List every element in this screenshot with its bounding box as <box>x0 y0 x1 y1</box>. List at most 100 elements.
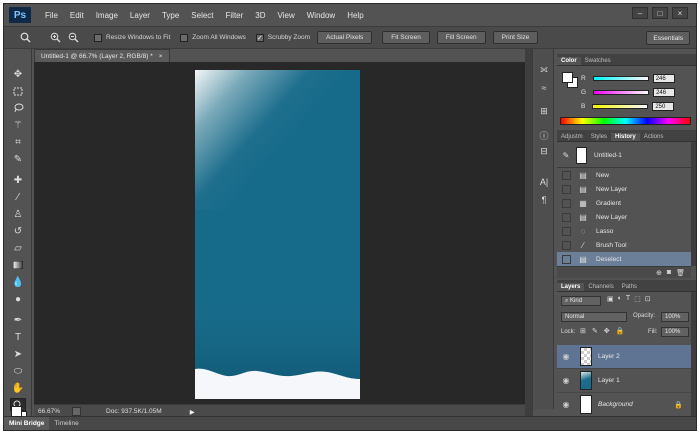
layer-row[interactable]: ◉ Layer 1 <box>557 369 691 393</box>
minimize-button[interactable]: – <box>632 7 648 19</box>
foreground-color-swatch[interactable] <box>11 406 22 417</box>
lasso-tool-icon[interactable] <box>10 101 26 115</box>
paragraph-icon[interactable]: ¶ <box>537 193 551 206</box>
history-brush-icon[interactable]: ↺ <box>10 224 26 238</box>
ellipse-tool-icon[interactable]: ⬭ <box>10 364 26 378</box>
blur-tool-icon[interactable]: 💧 <box>10 275 26 289</box>
menu-image[interactable]: Image <box>90 11 124 20</box>
eye-icon[interactable]: ◉ <box>561 400 571 409</box>
red-slider-row[interactable]: R 246 <box>581 73 675 83</box>
smart-object-filter-icon[interactable]: ⊡ <box>645 295 651 303</box>
menu-type[interactable]: Type <box>156 11 185 20</box>
resize-windows-checkbox[interactable]: Resize Windows to Fit <box>94 33 170 42</box>
close-tab-icon[interactable]: × <box>159 53 163 60</box>
type-tool-icon[interactable]: T <box>10 330 26 344</box>
maximize-button[interactable]: □ <box>652 7 668 19</box>
eraser-icon[interactable]: ▱ <box>10 241 26 255</box>
red-slider[interactable] <box>592 75 649 81</box>
shape-filter-icon[interactable]: ⬚ <box>634 295 641 303</box>
layer-row[interactable]: ◉ Background 🔒 <box>557 393 691 417</box>
red-value-field[interactable]: 246 <box>652 73 675 83</box>
lock-position-icon[interactable]: ✥ <box>604 327 610 335</box>
eye-icon[interactable]: ◉ <box>561 352 571 361</box>
zoom-level[interactable]: 66.67% <box>38 408 60 415</box>
marquee-tool-icon[interactable] <box>10 84 26 98</box>
status-export-icon[interactable] <box>72 407 82 416</box>
scrubby-zoom-checkbox[interactable]: ✓ Scrubby Zoom <box>255 33 310 42</box>
clone-source-icon[interactable]: ⊞ <box>537 105 551 118</box>
healing-brush-icon[interactable]: ✚ <box>10 173 26 187</box>
menu-file[interactable]: File <box>39 11 64 20</box>
opacity-field[interactable]: 100% <box>661 312 689 322</box>
eye-icon[interactable]: ◉ <box>561 376 571 385</box>
document-tab[interactable]: Untitled-1 @ 66.7% (Layer 2, RGB/8) * × <box>34 49 170 62</box>
tab-channels[interactable]: Channels <box>584 283 617 291</box>
move-tool-icon[interactable]: ✥ <box>10 67 26 81</box>
tab-mini-bridge[interactable]: Mini Bridge <box>4 416 50 430</box>
menu-layer[interactable]: Layer <box>124 11 156 20</box>
character-icon[interactable]: A| <box>537 175 551 188</box>
green-value-field[interactable]: 246 <box>653 87 676 97</box>
lock-transparent-icon[interactable]: ⊞ <box>580 327 586 335</box>
gradient-tool-icon[interactable] <box>10 258 26 272</box>
menu-help[interactable]: Help <box>341 11 369 20</box>
menu-view[interactable]: View <box>272 11 301 20</box>
layers-scrollbar[interactable] <box>691 292 696 417</box>
actual-pixels-button[interactable]: Actual Pixels <box>317 31 373 44</box>
blue-slider-row[interactable]: B 250 <box>581 101 675 111</box>
tab-styles[interactable]: Styles <box>587 133 611 141</box>
magic-wand-icon[interactable]: ⚚ <box>10 118 26 132</box>
type-filter-icon[interactable]: T <box>626 295 630 303</box>
green-slider-row[interactable]: G 246 <box>581 87 676 97</box>
camera-icon[interactable]: ◙ <box>667 269 671 276</box>
history-snapshot[interactable]: ✎ Untitled-1 <box>557 144 691 166</box>
blend-mode-select[interactable]: Normal <box>561 312 627 322</box>
clone-stamp-icon[interactable]: ♙ <box>10 207 26 221</box>
tab-timeline[interactable]: Timeline <box>49 417 83 431</box>
menu-3d[interactable]: 3D <box>249 11 271 20</box>
tab-actions[interactable]: Actions <box>640 133 668 141</box>
layer-filter-select[interactable]: ⌕ Kind <box>561 296 601 306</box>
color-foreground-swatch[interactable] <box>562 72 573 83</box>
brush-tool-icon[interactable]: ⁄ <box>10 190 26 204</box>
crop-tool-icon[interactable]: ⌗ <box>10 135 26 149</box>
history-scrollbar[interactable] <box>691 142 696 266</box>
new-document-from-state-icon[interactable]: ⊕ <box>656 269 662 277</box>
status-menu-arrow-icon[interactable]: ▶ <box>190 408 195 416</box>
zoom-out-icon[interactable] <box>66 31 80 45</box>
history-item[interactable]: ◌ Lasso <box>557 224 691 238</box>
history-item[interactable]: ▤ New Layer <box>557 182 691 196</box>
green-slider[interactable] <box>593 89 650 95</box>
blue-value-field[interactable]: 250 <box>652 101 675 111</box>
menu-edit[interactable]: Edit <box>64 11 90 20</box>
fit-screen-button[interactable]: Fit Screen <box>382 31 430 44</box>
eyedropper-icon[interactable]: ✎ <box>10 152 26 166</box>
history-item[interactable]: ▤ New <box>557 168 691 182</box>
brush-settings-icon[interactable]: ≈ <box>537 81 551 94</box>
menu-window[interactable]: Window <box>301 11 341 20</box>
close-button[interactable]: × <box>672 7 688 19</box>
print-size-button[interactable]: Print Size <box>492 31 539 44</box>
tab-color[interactable]: Color <box>557 57 581 65</box>
fill-field[interactable]: 100% <box>661 327 689 337</box>
menu-select[interactable]: Select <box>185 11 219 20</box>
tab-paths[interactable]: Paths <box>618 283 641 291</box>
canvas-workspace[interactable] <box>34 62 525 404</box>
fill-screen-button[interactable]: Fill Screen <box>436 31 486 44</box>
pixel-filter-icon[interactable]: ▣ <box>607 295 614 303</box>
pen-tool-icon[interactable]: ✒ <box>10 313 26 327</box>
path-selection-icon[interactable]: ➤ <box>10 347 26 361</box>
lock-all-icon[interactable]: 🔒 <box>616 327 625 335</box>
dodge-tool-icon[interactable]: ● <box>10 292 26 306</box>
tab-adjustments[interactable]: Adjustm <box>557 133 587 141</box>
history-item[interactable]: ⁄ Brush Tool <box>557 238 691 252</box>
tab-swatches[interactable]: Swatches <box>581 57 615 65</box>
document-canvas[interactable] <box>195 70 360 399</box>
tab-history[interactable]: History <box>611 133 640 141</box>
history-item[interactable]: ▦ Gradient <box>557 196 691 210</box>
hand-tool-icon[interactable]: ✋ <box>10 381 26 395</box>
blue-slider[interactable] <box>592 103 649 109</box>
brush-presets-icon[interactable]: ⟗ <box>537 63 551 76</box>
tab-layers[interactable]: Layers <box>557 283 585 291</box>
history-item-selected[interactable]: ▤ Deselect <box>557 252 691 266</box>
